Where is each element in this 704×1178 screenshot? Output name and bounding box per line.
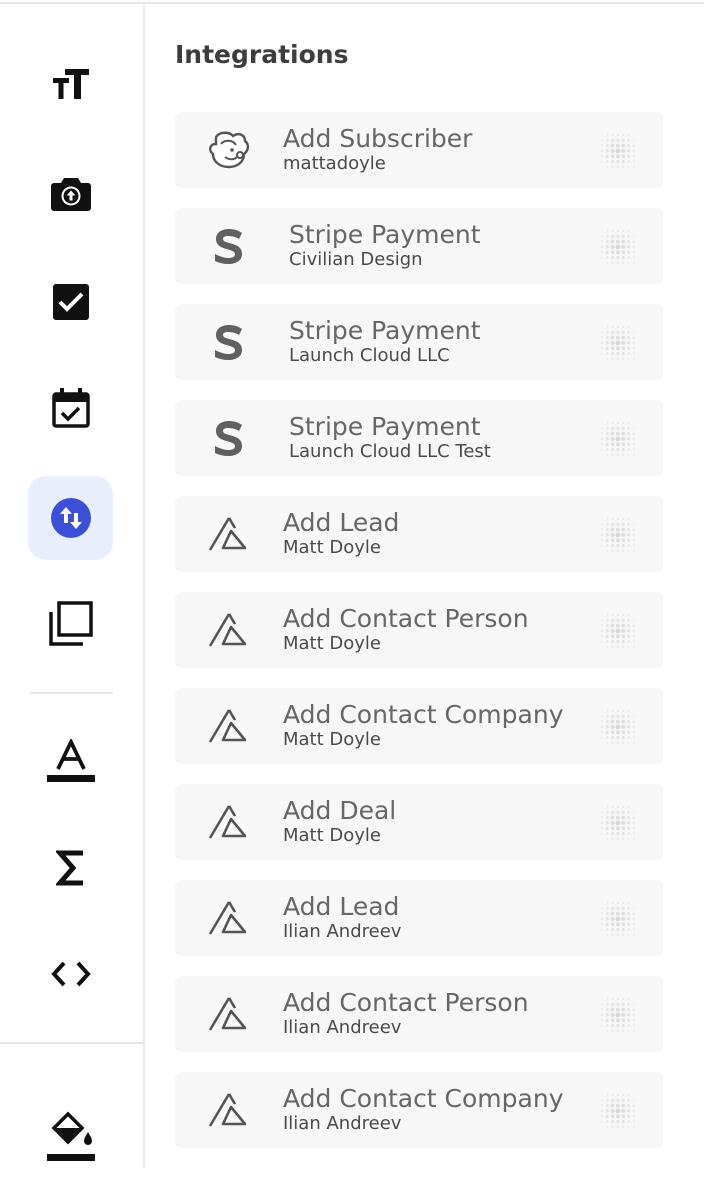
drag-handle-icon[interactable] — [599, 900, 637, 938]
layers-copy-icon — [48, 601, 93, 646]
text-size-tool[interactable] — [28, 42, 113, 126]
integration-list: Add Subscriber mattadoyle Stripe Payment Ci… — [175, 112, 663, 1168]
stripe-logo-icon — [201, 414, 257, 462]
integration-account: Ilian Andreev — [283, 1113, 402, 1134]
integration-title: Stripe Payment — [289, 412, 481, 441]
integrations-tool[interactable] — [28, 476, 113, 560]
integration-account: Launch Cloud LLC — [289, 345, 450, 366]
integration-card[interactable]: Add Contact Person Matt Doyle — [175, 592, 663, 668]
formula-tool[interactable] — [28, 826, 113, 910]
drag-handle-icon[interactable] — [599, 228, 637, 266]
integration-account: Ilian Andreev — [283, 921, 402, 942]
integration-text: Add Lead Matt Doyle — [283, 508, 399, 559]
pipedrive-logo-icon — [201, 510, 257, 558]
panel-title: Integrations — [175, 40, 349, 69]
pipedrive-logo-icon — [201, 1086, 257, 1134]
pipedrive-logo-icon — [201, 798, 257, 846]
mailchimp-logo-icon — [201, 126, 257, 174]
drag-handle-icon[interactable] — [599, 996, 637, 1034]
pipedrive-logo-icon — [201, 606, 257, 654]
integration-text: Add Contact Person Matt Doyle — [283, 604, 529, 655]
integration-title: Add Lead — [283, 892, 400, 921]
integrations-swap-icon — [50, 498, 91, 538]
integration-card[interactable]: Add Subscriber mattadoyle — [175, 112, 663, 188]
integration-title: Add Contact Company — [283, 1084, 564, 1113]
integration-account: mattadoyle — [283, 153, 386, 174]
date-tool[interactable] — [28, 366, 113, 450]
stripe-logo-icon — [201, 318, 257, 366]
integration-title: Add Contact Person — [283, 988, 529, 1017]
image-upload-tool[interactable] — [28, 152, 113, 236]
drag-handle-icon[interactable] — [599, 612, 637, 650]
integration-account: Matt Doyle — [283, 825, 381, 846]
drag-handle-icon[interactable] — [599, 420, 637, 458]
integration-card[interactable]: Add Contact Company Ilian Andreev — [175, 1072, 663, 1148]
integration-card[interactable]: Add Contact Company Matt Doyle — [175, 688, 663, 764]
integration-account: Ilian Andreev — [283, 1017, 402, 1038]
integration-title: Add Contact Company — [283, 700, 564, 729]
pages-tool[interactable] — [28, 582, 113, 666]
pipedrive-logo-icon — [201, 702, 257, 750]
text-size-icon — [52, 69, 89, 99]
integration-text: Add Subscriber mattadoyle — [283, 124, 472, 175]
integration-card[interactable]: Add Lead Ilian Andreev — [175, 880, 663, 956]
paint-bucket-icon — [46, 1111, 95, 1161]
pipedrive-logo-icon — [201, 990, 257, 1038]
integrations-panel: Integrations Add Subscriber mattadoyle Str… — [145, 4, 704, 1168]
integration-text: Add Contact Company Ilian Andreev — [283, 1084, 564, 1135]
theme-tool[interactable] — [28, 1094, 113, 1178]
integration-title: Add Deal — [283, 796, 397, 825]
sidebar-divider-bottom — [0, 1042, 143, 1044]
integration-text: Stripe Payment Launch Cloud LLC — [289, 316, 481, 367]
integration-account: Matt Doyle — [283, 729, 381, 750]
code-tool[interactable] — [28, 932, 113, 1016]
tool-sidebar — [0, 4, 145, 1168]
integration-card[interactable]: Add Lead Matt Doyle — [175, 496, 663, 572]
camera-upload-icon — [50, 178, 91, 211]
integration-account: Civilian Design — [289, 249, 423, 270]
font-color-tool[interactable] — [28, 720, 113, 804]
integration-text: Add Contact Company Matt Doyle — [283, 700, 564, 751]
drag-handle-icon[interactable] — [599, 708, 637, 746]
drag-handle-icon[interactable] — [599, 516, 637, 554]
calendar-check-icon — [51, 388, 90, 428]
sidebar-divider — [30, 692, 113, 694]
integration-title: Stripe Payment — [289, 316, 481, 345]
sigma-formula-icon — [55, 850, 83, 886]
drag-handle-icon[interactable] — [599, 804, 637, 842]
checkbox-tool[interactable] — [28, 260, 113, 344]
integration-card[interactable]: Stripe Payment Launch Cloud LLC — [175, 304, 663, 380]
stripe-logo-icon — [201, 222, 257, 270]
pipedrive-logo-icon — [201, 894, 257, 942]
code-icon — [50, 961, 91, 987]
integration-text: Stripe Payment Launch Cloud LLC Test — [289, 412, 491, 463]
integration-title: Add Contact Person — [283, 604, 529, 633]
integration-card[interactable]: Stripe Payment Launch Cloud LLC Test — [175, 400, 663, 476]
integration-card[interactable]: Add Deal Matt Doyle — [175, 784, 663, 860]
integration-text: Add Contact Person Ilian Andreev — [283, 988, 529, 1039]
integration-text: Add Deal Matt Doyle — [283, 796, 396, 847]
integration-title: Add Subscriber — [283, 124, 473, 153]
drag-handle-icon[interactable] — [599, 132, 637, 170]
integration-account: Launch Cloud LLC Test — [289, 441, 491, 462]
drag-handle-icon[interactable] — [599, 324, 637, 362]
integration-title: Add Lead — [283, 508, 400, 537]
integration-account: Matt Doyle — [283, 633, 381, 654]
drag-handle-icon[interactable] — [599, 1092, 637, 1130]
integration-card[interactable]: Stripe Payment Civilian Design — [175, 208, 663, 284]
font-color-icon — [46, 739, 95, 782]
integration-title: Stripe Payment — [289, 220, 481, 249]
checkbox-icon — [52, 284, 89, 320]
integration-text: Add Lead Ilian Andreev — [283, 892, 401, 943]
integration-card[interactable]: Add Contact Person Ilian Andreev — [175, 976, 663, 1052]
integration-account: Matt Doyle — [283, 537, 381, 558]
integration-text: Stripe Payment Civilian Design — [289, 220, 481, 271]
